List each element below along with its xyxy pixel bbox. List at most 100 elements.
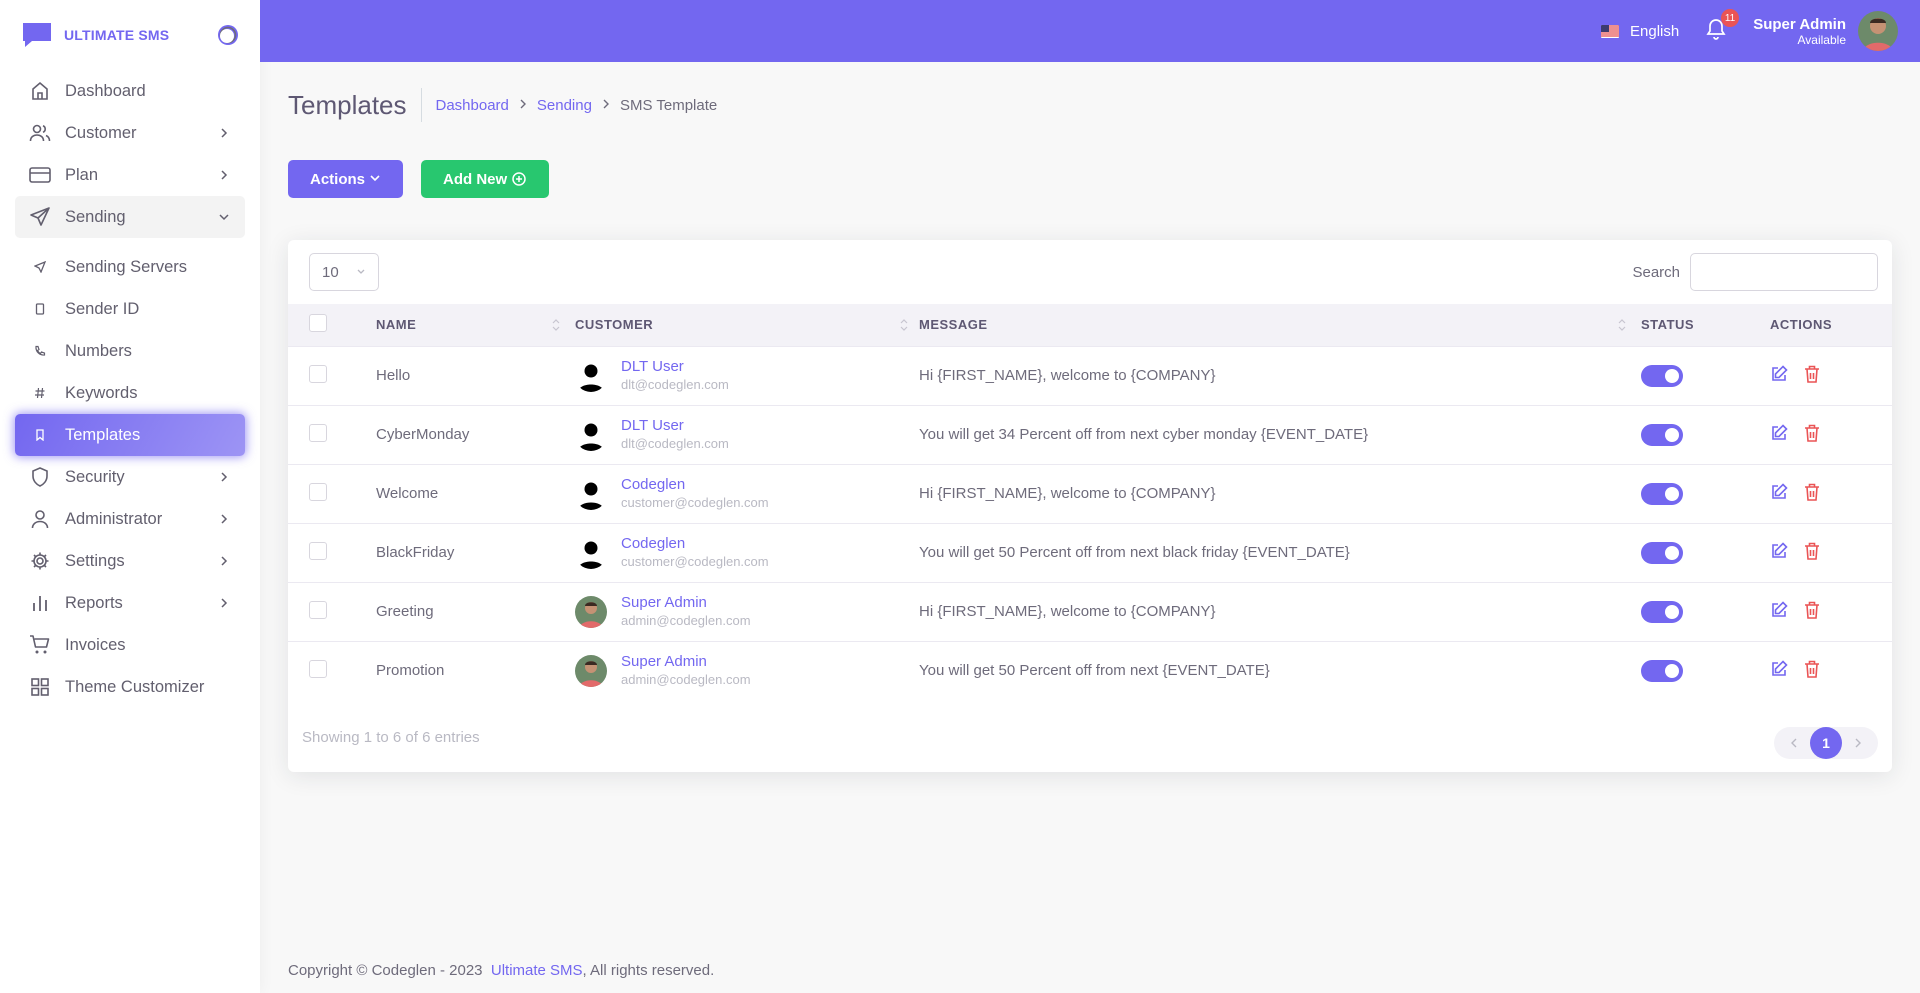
add-new-button[interactable]: Add New: [421, 160, 549, 198]
notifications-button[interactable]: 11: [1705, 9, 1740, 42]
user-info[interactable]: Super Admin Available: [1753, 16, 1846, 47]
user-icon: [29, 508, 51, 530]
status-toggle[interactable]: [1641, 659, 1683, 682]
select-all-checkbox[interactable]: [309, 314, 327, 333]
edit-icon[interactable]: [1770, 364, 1788, 387]
customer-avatar: [575, 654, 607, 687]
customer-name-link[interactable]: DLT User: [621, 358, 729, 376]
customer-name-link[interactable]: Codeglen: [621, 476, 769, 494]
sidebar-item-sender-id[interactable]: Sender ID: [15, 288, 245, 330]
prev-page-button[interactable]: [1778, 727, 1810, 759]
sort-icon: [1617, 316, 1627, 334]
delete-icon[interactable]: [1804, 660, 1820, 682]
sidebar-item-sending[interactable]: Sending: [15, 196, 245, 238]
sidebar-nav: Dashboard Customer Plan Sending Sending …: [0, 70, 260, 708]
edit-icon[interactable]: [1770, 660, 1788, 682]
status-toggle[interactable]: [1641, 364, 1683, 387]
breadcrumb-dashboard[interactable]: Dashboard: [436, 97, 509, 114]
us-flag-icon: [1601, 24, 1619, 38]
language-selector[interactable]: English: [1601, 23, 1679, 40]
chevron-right-icon: [217, 554, 231, 568]
sidebar-item-reports[interactable]: Reports: [15, 582, 245, 624]
chat-logo-icon[interactable]: [22, 20, 52, 50]
customer-name-link[interactable]: DLT User: [621, 417, 729, 435]
bookmark-icon: [29, 424, 51, 446]
column-name[interactable]: NAME: [376, 304, 575, 346]
column-customer[interactable]: CUSTOMER: [575, 304, 919, 346]
delete-icon[interactable]: [1804, 365, 1820, 387]
customer-avatar: [575, 477, 607, 510]
search-input[interactable]: [1690, 253, 1878, 291]
breadcrumb-sending[interactable]: Sending: [537, 97, 592, 114]
users-icon: [29, 122, 51, 144]
customer-name-link[interactable]: Codeglen: [621, 535, 769, 553]
sidebar-item-sending-servers[interactable]: Sending Servers: [15, 246, 245, 288]
sidebar-item-numbers[interactable]: Numbers: [15, 330, 245, 372]
customer-email: dlt@codeglen.com: [621, 435, 729, 451]
page-length-select[interactable]: 10: [309, 253, 379, 291]
sidebar-item-label: Customer: [65, 123, 137, 142]
customer-name-link[interactable]: Super Admin: [621, 653, 751, 671]
main-content: Templates Dashboard Sending SMS Template…: [288, 62, 1892, 772]
delete-icon[interactable]: [1804, 601, 1820, 623]
column-message[interactable]: MESSAGE: [919, 304, 1641, 346]
row-checkbox[interactable]: [309, 600, 327, 619]
next-page-button[interactable]: [1842, 727, 1874, 759]
status-cell: [1641, 463, 1770, 523]
row-checkbox[interactable]: [309, 364, 327, 383]
sidebar-item-dashboard[interactable]: Dashboard: [15, 70, 245, 112]
page-length-value: 10: [322, 263, 339, 281]
sidebar-item-templates[interactable]: Templates: [15, 414, 245, 456]
sidebar-item-label: Keywords: [65, 383, 138, 402]
chevron-down-icon: [217, 210, 231, 224]
collapse-sidebar-icon[interactable]: [218, 25, 238, 45]
sidebar-item-keywords[interactable]: Keywords: [15, 372, 245, 414]
status-cell: [1641, 581, 1770, 641]
delete-icon[interactable]: [1804, 542, 1820, 564]
row-checkbox[interactable]: [309, 423, 327, 442]
status-cell: [1641, 345, 1770, 405]
page-button-current[interactable]: 1: [1810, 727, 1842, 759]
sidebar-item-security[interactable]: Security: [15, 456, 245, 498]
chevron-right-icon: [217, 168, 231, 182]
status-toggle[interactable]: [1641, 482, 1683, 505]
actions-dropdown-button[interactable]: Actions: [288, 160, 403, 198]
template-name: Promotion: [376, 640, 575, 700]
plus-circle-icon: [512, 172, 526, 186]
edit-icon[interactable]: [1770, 423, 1788, 446]
template-name: BlackFriday: [376, 522, 575, 582]
sidebar-item-plan[interactable]: Plan: [15, 154, 245, 196]
row-checkbox[interactable]: [309, 541, 327, 560]
actions-label: Actions: [310, 170, 366, 188]
search-wrap: Search: [1632, 253, 1878, 291]
edit-icon[interactable]: [1770, 541, 1788, 564]
sidebar-item-administrator[interactable]: Administrator: [15, 498, 245, 540]
cart-icon: [29, 634, 51, 656]
delete-icon[interactable]: [1804, 424, 1820, 446]
table-row: CyberMonday DLT User dlt@codeglen.com Yo…: [288, 404, 1892, 464]
table-row: BlackFriday Codeglen customer@codeglen.c…: [288, 522, 1892, 582]
brand-name[interactable]: ULTIMATE SMS: [64, 27, 169, 43]
row-select-cell: [288, 581, 376, 641]
brand: ULTIMATE SMS: [0, 0, 260, 70]
sidebar-item-theme-customizer[interactable]: Theme Customizer: [15, 666, 245, 708]
edit-icon[interactable]: [1770, 600, 1788, 623]
table-row: Promotion Super Admin admin@codeglen.com…: [288, 640, 1892, 700]
customer-avatar: [575, 595, 607, 628]
sidebar-item-invoices[interactable]: Invoices: [15, 624, 245, 666]
user-avatar[interactable]: [1858, 11, 1898, 51]
row-checkbox[interactable]: [309, 482, 327, 501]
status-toggle[interactable]: [1641, 541, 1683, 564]
status-toggle[interactable]: [1641, 600, 1683, 623]
status-toggle[interactable]: [1641, 423, 1683, 446]
footer-brand-link[interactable]: Ultimate SMS: [491, 962, 583, 979]
customer-name-link[interactable]: Super Admin: [621, 594, 751, 612]
sidebar-item-customer[interactable]: Customer: [15, 112, 245, 154]
sidebar-item-label: Security: [65, 467, 125, 486]
delete-icon[interactable]: [1804, 483, 1820, 505]
row-checkbox[interactable]: [309, 659, 327, 678]
row-select-cell: [288, 345, 376, 405]
sidebar-item-settings[interactable]: Settings: [15, 540, 245, 582]
chevron-right-icon: [217, 512, 231, 526]
edit-icon[interactable]: [1770, 482, 1788, 505]
